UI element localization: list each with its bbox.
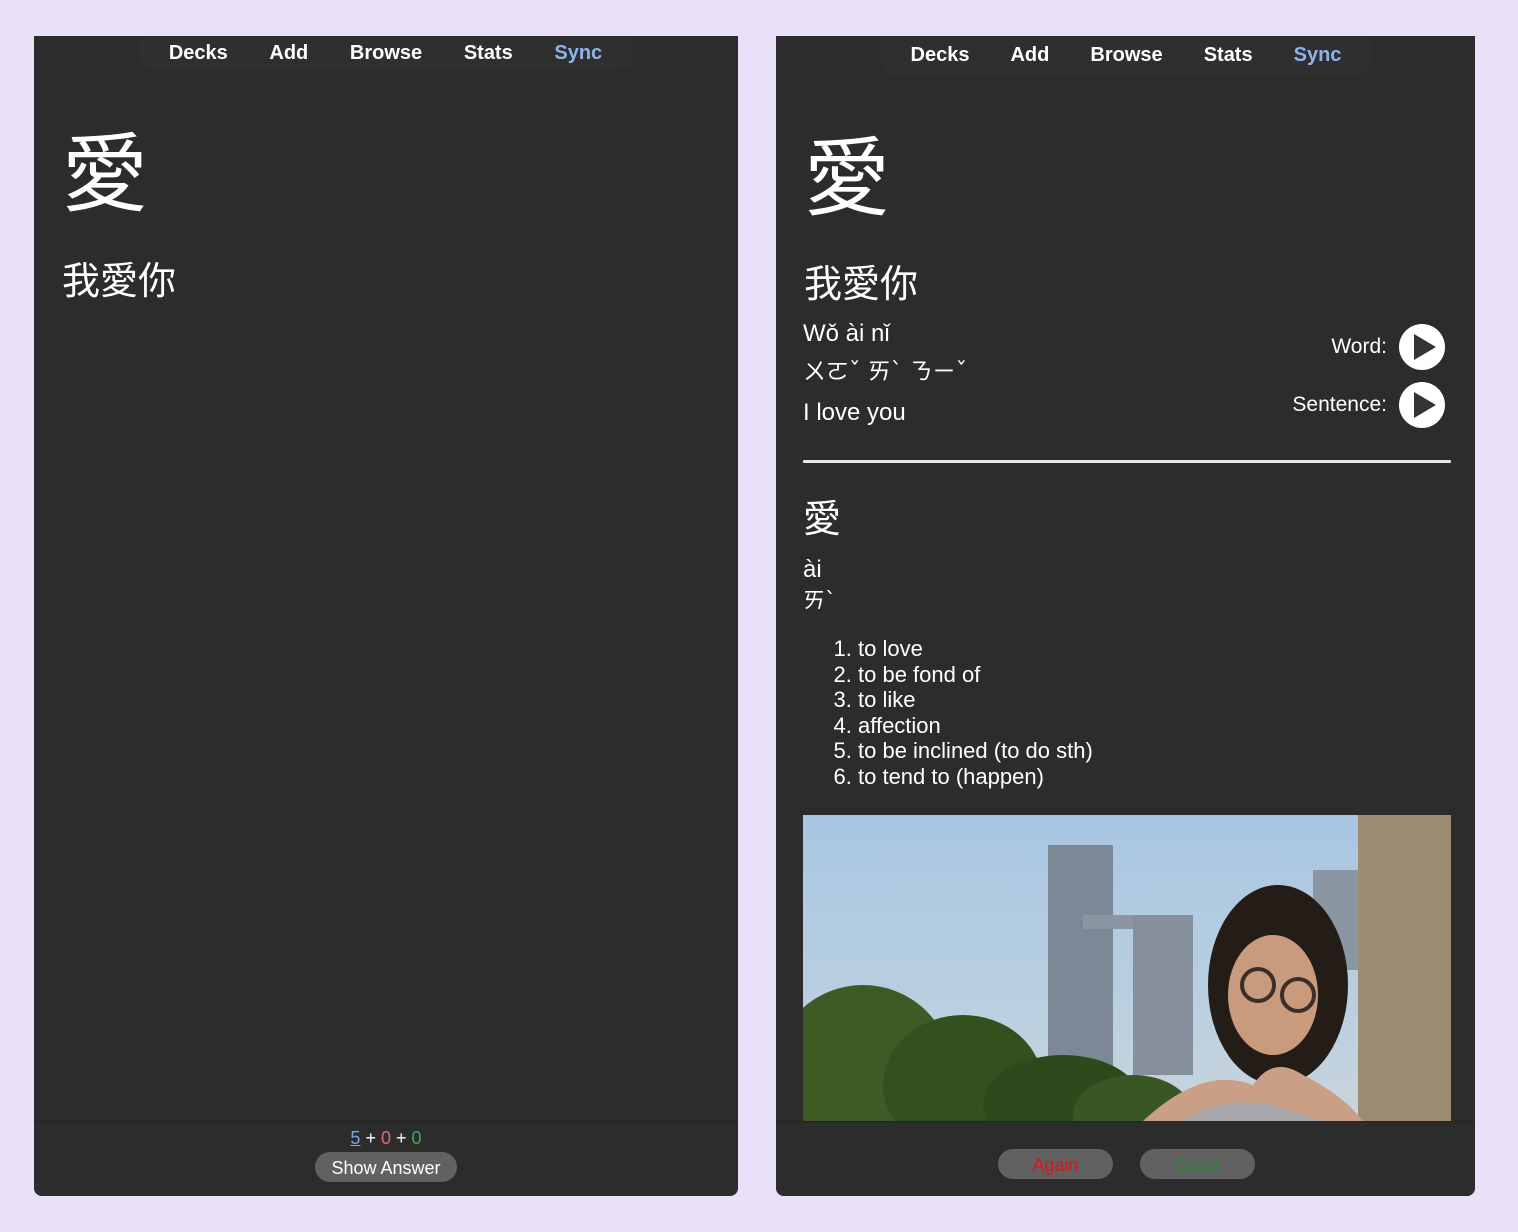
card-word: 愛 [804,129,890,229]
stone-wall [1358,815,1451,1121]
definitions-list: to love to be fond of to like affection … [832,636,1093,790]
card-sentence: 我愛你 [804,262,919,306]
definition-item: to love [858,636,1093,662]
definition-item: to tend to (happen) [858,764,1093,790]
dict-character: 愛 [803,497,842,541]
nav-browse[interactable]: Browse [346,42,426,65]
new-count: 5 [350,1128,361,1148]
nav-stats[interactable]: Stats [460,42,517,65]
sentence-audio-label: Sentence: [1292,393,1387,416]
sentence-zhuyin: ㄨㄛˇ ㄞˋ ㄋㄧˇ [803,359,968,385]
plus-sign: + [396,1128,407,1148]
nav-sync[interactable]: Sync [550,42,606,65]
card-word: 愛 [62,125,148,225]
card-photo [803,815,1451,1121]
top-nav: Decks Add Browse Stats Sync [880,36,1372,74]
play-sentence-audio-button[interactable] [1399,382,1445,428]
word-audio: Word: [1331,324,1445,370]
face [1228,935,1318,1055]
divider [803,460,1451,463]
definition-item: to be inclined (to do sth) [858,738,1093,764]
nav-browse[interactable]: Browse [1086,44,1166,67]
skyscraper [1048,845,1113,1075]
card-sentence: 我愛你 [62,259,177,303]
card-back-window: Decks Add Browse Stats Sync 愛 我愛你 Wǒ ài … [776,36,1475,1196]
top-nav: Decks Add Browse Stats Sync [138,36,633,70]
nav-decks[interactable]: Decks [907,44,974,67]
dict-pinyin: ài [803,556,822,583]
card-front-window: Decks Add Browse Stats Sync 愛 我愛你 5 + 0 … [34,36,738,1196]
definition-item: affection [858,713,1093,739]
definition-item: to be fond of [858,662,1093,688]
skyscraper [1133,915,1193,1075]
photo-illustration [803,815,1451,1121]
play-word-audio-button[interactable] [1399,324,1445,370]
nav-stats[interactable]: Stats [1200,44,1257,67]
bottom-bar: 5 + 0 + 0 Show Answer [34,1121,738,1196]
good-button[interactable]: Good [1140,1149,1255,1179]
show-answer-button[interactable]: Show Answer [315,1152,457,1182]
due-counts: 5 + 0 + 0 [34,1128,738,1149]
bottom-bar: Again Good [776,1121,1475,1196]
word-audio-label: Word: [1331,335,1387,358]
nav-decks[interactable]: Decks [165,42,232,65]
sentence-translation: I love you [803,399,906,426]
nav-add[interactable]: Add [265,42,312,65]
review-count: 0 [411,1128,422,1148]
dict-zhuyin: ㄞˋ [803,589,837,614]
sentence-audio: Sentence: [1292,382,1445,428]
nav-sync[interactable]: Sync [1290,44,1346,67]
again-button[interactable]: Again [998,1149,1113,1179]
nav-add[interactable]: Add [1006,44,1053,67]
sentence-pinyin: Wǒ ài nǐ [803,320,890,347]
learning-count: 0 [380,1128,391,1148]
definition-item: to like [858,687,1093,713]
plus-sign: + [365,1128,376,1148]
